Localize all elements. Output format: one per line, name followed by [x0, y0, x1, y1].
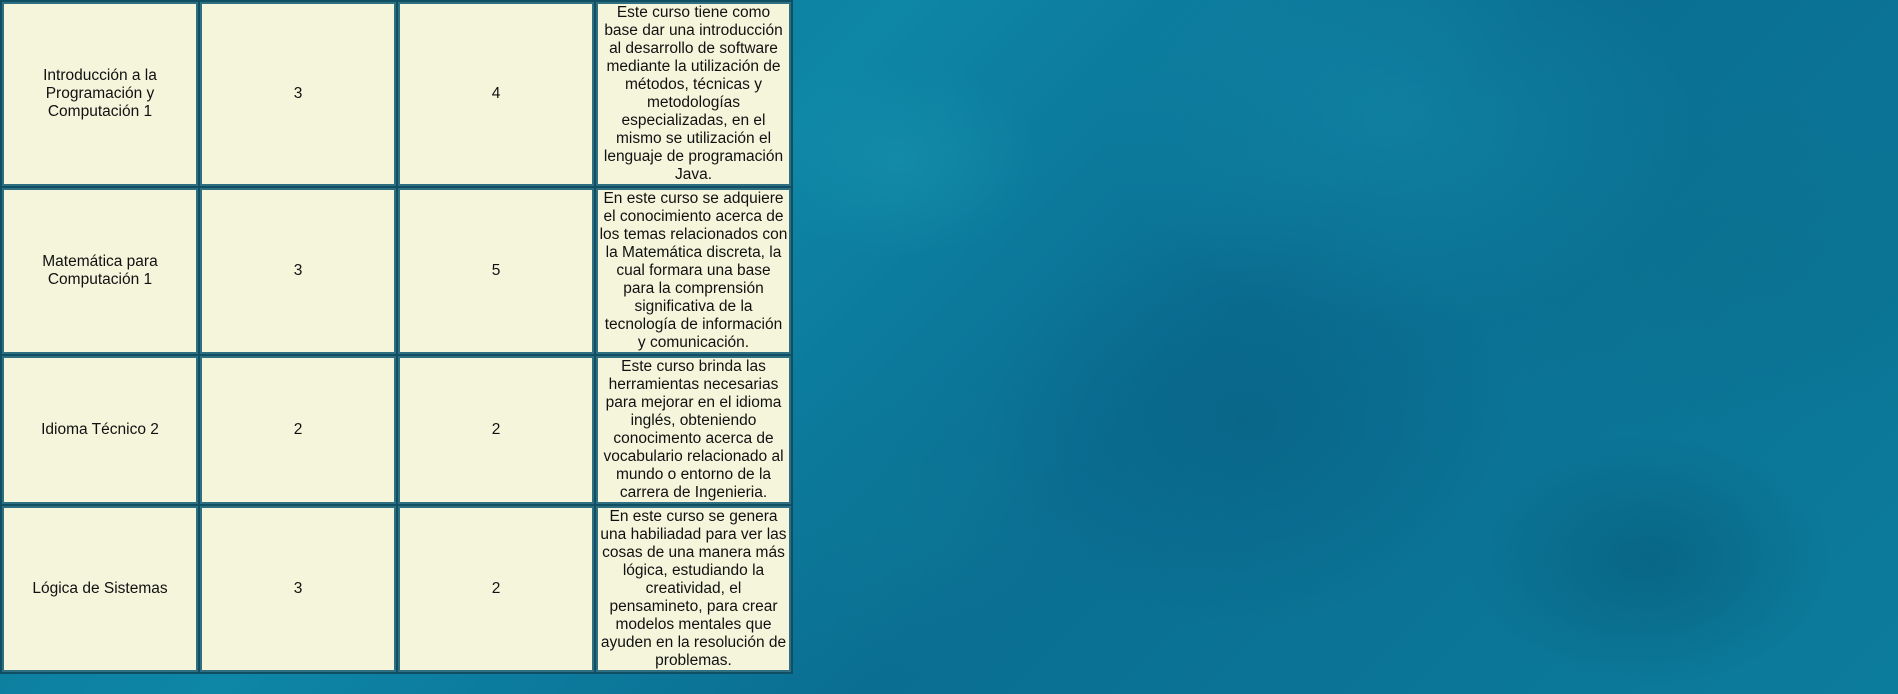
course-credits-cell: 3 [200, 506, 396, 672]
table-row: Lógica de Sistemas 3 2 En este curso se … [2, 506, 791, 672]
course-credits-cell: 3 [200, 2, 396, 186]
course-description-cell: Este curso tiene como base dar una intro… [596, 2, 791, 186]
course-semester-cell: 4 [398, 2, 594, 186]
table-row: Matemática para Computación 1 3 5 En est… [2, 188, 791, 354]
course-credits-cell: 2 [200, 356, 396, 504]
table-row: Introducción a la Programación y Computa… [2, 2, 791, 186]
course-description-cell: En este curso se adquiere el conocimient… [596, 188, 791, 354]
course-credits-cell: 3 [200, 188, 396, 354]
course-description-cell: Este curso brinda las herramientas neces… [596, 356, 791, 504]
course-semester-cell: 2 [398, 506, 594, 672]
course-name-cell: Introducción a la Programación y Computa… [2, 2, 198, 186]
course-name-cell: Lógica de Sistemas [2, 506, 198, 672]
course-description-cell: En este curso se genera una habiliadad p… [596, 506, 791, 672]
course-name-cell: Idioma Técnico 2 [2, 356, 198, 504]
course-semester-cell: 2 [398, 356, 594, 504]
courses-table: Introducción a la Programación y Computa… [0, 0, 793, 674]
table-row: Idioma Técnico 2 2 2 Este curso brinda l… [2, 356, 791, 504]
course-semester-cell: 5 [398, 188, 594, 354]
course-name-cell: Matemática para Computación 1 [2, 188, 198, 354]
